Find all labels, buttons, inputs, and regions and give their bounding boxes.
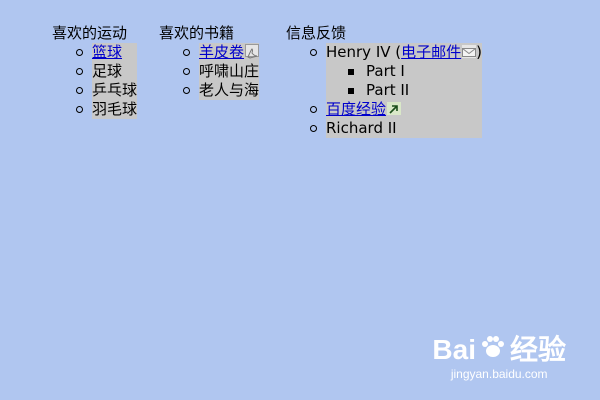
logo-text: Bai [432,334,476,365]
list-item: 足球 [75,62,137,81]
baidu-logo: Bai 经验 [432,334,566,366]
paw-icon [480,334,506,366]
list-item: Henry IV (电子邮件) Part I Part II [309,43,483,100]
sports-title: 喜欢的运动 [52,24,128,42]
henry-suffix: ) [476,43,483,61]
list-item: 羽毛球 [75,100,138,118]
external-link-icon [387,102,402,115]
list-item: Richard II [309,119,482,138]
books-title: 喜欢的书籍 [159,24,235,42]
list-item: 呼啸山庄 [182,62,260,80]
books-column: 喜欢的书籍 羊皮卷 呼啸山庄 老人与海 [159,23,260,100]
list-item[interactable]: 羊皮卷 [182,43,260,62]
sport-link-basketball[interactable]: 篮球 [92,43,122,61]
watermark-url: jingyan.baidu.com [450,367,548,381]
baidu-link[interactable]: 百度经验 [326,100,386,118]
list-item[interactable]: 篮球 [75,43,137,62]
feedback-list: Henry IV (电子邮件) Part I Part II 百度经验 Rich… [309,43,483,138]
mail-icon [462,45,477,58]
logo-suffix: 经验 [509,334,566,365]
baidu-watermark: Bai 经验 jingyan.baidu.com [432,334,566,382]
sports-list: 篮球 足球 乒乓球 羽毛球 [75,43,138,119]
sports-column: 喜欢的运动 篮球 足球 乒乓球 羽毛球 [52,23,138,119]
henry-label: Henry IV ( [326,43,402,61]
book-link-scroll[interactable]: 羊皮卷 [199,43,244,61]
list-item: 老人与海 [182,81,260,99]
feedback-column: 信息反馈 Henry IV (电子邮件) Part I Part II 百度经验… [286,23,483,138]
list-item: 乒乓球 [75,81,138,99]
list-item: Part II [347,81,482,100]
list-item: Part I [347,62,482,81]
email-link[interactable]: 电子邮件 [401,43,461,61]
books-list: 羊皮卷 呼啸山庄 老人与海 [182,43,260,100]
pdf-icon [245,44,260,59]
feedback-title: 信息反馈 [286,24,347,42]
list-item[interactable]: 百度经验 [309,100,482,119]
henry-parts-list: Part I Part II [347,62,482,100]
